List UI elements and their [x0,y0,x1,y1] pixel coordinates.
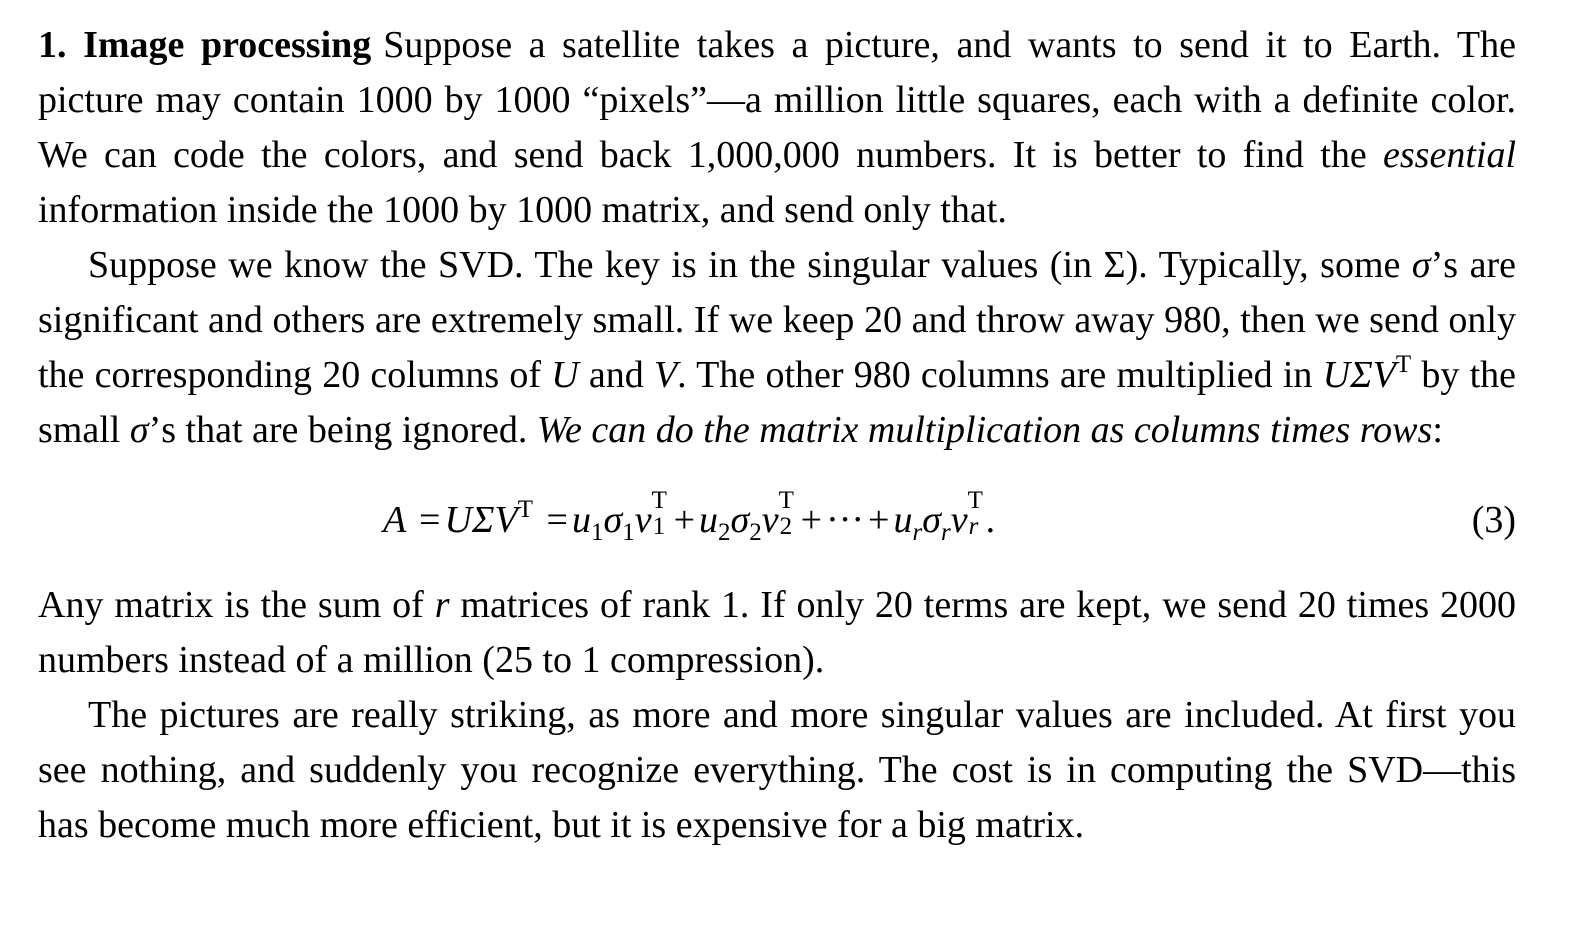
eq-plus-2: + [800,499,823,541]
eq-v2-sub: 2 [779,513,793,540]
eq-vr-T: T [967,487,983,514]
paragraph-intro: 1. Image processing Suppose a satellite t… [38,18,1516,238]
paragraph-svd: Suppose we know the SVD. The key is in t… [38,238,1516,458]
eq-sub-1b: 1 [622,519,635,546]
intro-text-end: information inside the 1000 by 1000 matr… [38,189,1007,231]
eq-v2-T: T [778,487,794,514]
svd-text-3: and [578,354,654,396]
eq-equals: = [419,499,441,541]
eq-v1-T: T [651,487,667,514]
eq-sub-rb: r [940,519,951,546]
r-symbol: r [434,584,450,626]
eq-sub-r: r [912,519,923,546]
eq-u1: u [571,499,591,541]
eq-v2: v [761,499,779,541]
sigma-symbol-2: σ [129,409,149,451]
eq-transpose: T [517,496,533,523]
eq-sub-1: 1 [590,519,604,546]
eq-plus-3: + [868,499,890,541]
eq-v1: v [634,499,652,541]
paragraph-pictures: The pictures are really striking, as mor… [38,688,1516,853]
emphasis-columns-rows: We can do the matrix multiplication as c… [536,409,1433,451]
rank-text-1: Any matrix is the sum of [38,584,435,626]
eq-period: . [985,499,996,541]
eq-v1-scripts: T1 [652,488,668,540]
eq-A: A [383,499,406,541]
eq-vr: v [950,499,968,541]
eq-ur: u [893,499,913,541]
document-page: 1. Image processing Suppose a satellite t… [38,18,1516,853]
pictures-text: The pictures are really striking, as mor… [38,694,1516,846]
svd-text-4: . The other 980 columns are multiplied i… [677,354,1323,396]
eq-v2-scripts: T2 [779,488,795,540]
svd-text-7: : [1432,409,1443,451]
eq-usv: UΣV [444,499,518,541]
eq-dots: ··· [826,499,865,541]
v-symbol: V [653,354,678,396]
svd-text-1: Suppose we know the SVD. The key is in t… [88,244,1412,286]
equation-block: A = UΣVT = u1σ1v T 1 + u2σ2v T 2 + ··· + urσrv Tr. (3… [38,478,1516,562]
usv-symbol: UΣV [1322,354,1396,396]
eq-vr-sub: r [968,513,979,540]
paragraph-rank: Any matrix is the sum of r matrices of r… [38,578,1516,688]
section-heading: 1. Image processing [38,24,372,66]
equation: A = UΣVT = u1σ1v T 1 + u2σ2v T 2 + ··· + urσrv Tr. [383,478,995,562]
eq-u2: u [699,499,718,541]
transpose-superscript: T [1395,351,1412,378]
eq-sub-2: 2 [718,519,731,546]
eq-equals-2: = [546,499,568,541]
emphasis-essential: essential [1383,134,1516,176]
eq-sigma1: σ [603,499,623,541]
svd-text-6: ’s that are being ignored. [148,409,537,451]
u-symbol: U [551,354,579,396]
eq-plus-1: + [673,499,695,541]
equation-number: (3) [1471,499,1516,541]
eq-v1-sub: 1 [652,513,666,540]
eq-vr-scripts: Tr [968,488,984,540]
eq-sigma2: σ [730,499,750,541]
eq-sub-2b: 2 [749,519,762,546]
sigma-symbol: σ [1411,244,1431,286]
eq-sigmar: σ [922,499,941,541]
